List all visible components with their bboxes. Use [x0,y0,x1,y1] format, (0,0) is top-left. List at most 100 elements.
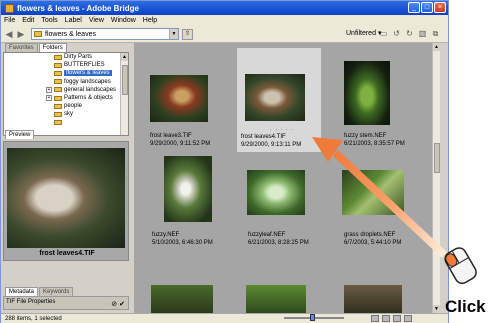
rotate-right-icon[interactable]: ↻ [405,29,414,39]
menu-label[interactable]: Label [65,17,82,24]
folder-icon [54,87,62,93]
scroll-thumb[interactable] [122,65,128,95]
versions-view-icon[interactable] [404,315,412,322]
tree-item[interactable]: BUTTERFLIES [4,61,128,69]
maximize-button[interactable]: □ [421,2,433,13]
trash-icon[interactable]: ▥ [418,29,427,39]
folder-path-text: flowers & leaves [45,30,96,38]
thumbnail-date: 6/21/2003, 8:28:25 PM [248,240,309,246]
tab-metadata[interactable]: Metadata [5,287,39,296]
click-label: Click [445,297,486,316]
no-edit-icon[interactable]: ⊘ [111,300,117,308]
rotate-left-icon[interactable]: ↺ [392,29,401,39]
content-scrollbar[interactable]: ▲ ▼ [432,43,440,313]
tree-item[interactable]: + general landscapes [4,86,128,94]
thumbnail-date: 9/29/2000, 9:13:11 PM [241,142,302,148]
preview-caption: frost leaves4.TIF [39,250,95,257]
rating-dots[interactable]: . . . . . [270,126,294,132]
folder-icon [54,62,62,68]
thumbnail-image[interactable] [151,285,213,313]
folder-tree: Dirty Parts BUTTERFLIES flowers & leaves… [3,52,129,136]
folder-icon [54,79,62,85]
thumbnail-image[interactable] [150,75,208,122]
expand-icon[interactable]: + [46,95,52,102]
metadata-section-title: TIF File Properties [6,299,56,305]
expand-icon[interactable]: + [46,86,52,93]
menu-edit[interactable]: Edit [22,17,34,24]
tree-item-selected[interactable]: flowers & leaves [4,69,128,77]
tree-item[interactable] [4,119,128,127]
thumbnail-cell[interactable]: frost leave3.TIF 9/29/2000, 9:11:52 PM [146,63,230,153]
tree-item[interactable]: Dirty Parts [4,53,128,61]
menu-view[interactable]: View [89,17,104,24]
scroll-down-icon[interactable]: ▼ [433,305,440,313]
thumbnail-cell[interactable]: fuzzy stem.NEF 6/21/2003, 8:35:57 PM [340,61,424,153]
close-button[interactable]: × [434,2,446,13]
slider-knob[interactable] [310,314,315,321]
thumbnail-image[interactable] [247,170,305,215]
thumbnail-image[interactable] [164,156,212,222]
scroll-up-icon[interactable]: ▲ [433,43,440,51]
tree-item[interactable]: + Patterns & objects [4,94,128,102]
folder-icon [34,31,42,37]
tree-item[interactable]: sky [4,110,128,118]
thumbnail-cell[interactable]: grass droplets.NEF 6/7/2003, 5:44:10 PM [340,167,424,257]
chevron-down-icon[interactable]: ▼ [169,29,178,39]
thumbnail-date: 6/21/2003, 8:35:57 PM [344,141,405,147]
window-controls: _ □ × [408,2,446,13]
tree-item[interactable]: people [4,102,128,110]
back-arrow-icon[interactable]: ◀ [4,29,14,39]
menu-help[interactable]: Help [143,17,157,24]
go-up-folder-icon[interactable]: ⇧ [182,28,193,40]
compact-mode-icon[interactable]: ⧉ [431,29,440,39]
thumbnail-image[interactable] [246,285,306,313]
filter-dropdown[interactable]: Unfiltered ▾ [346,29,381,38]
tab-preview[interactable]: Preview [5,130,35,139]
thumbnail-cell[interactable]: fuzzy.NEF 5/10/2003, 6:46:30 PM [148,153,232,246]
new-folder-icon[interactable]: ▭ [379,29,388,39]
thumbnail-image[interactable] [245,74,305,121]
window-title: flowers & leaves - Adobe Bridge [17,3,139,13]
checkmark-icon[interactable]: ✔ [119,300,125,308]
minimize-button[interactable]: _ [408,2,420,13]
thumbnail-image[interactable] [344,61,390,125]
forward-arrow-icon[interactable]: ▶ [16,29,26,39]
bridge-window: flowers & leaves - Adobe Bridge _ □ × Fi… [0,0,449,323]
thumbnail-name: frost leaves4.TIF [241,134,286,140]
thumbnail-view-icon[interactable] [371,315,379,322]
folder-icon [54,120,62,126]
menu-window[interactable]: Window [111,17,136,24]
preview-image [7,148,125,248]
preview-tab-row: Preview [3,130,129,139]
details-view-icon[interactable] [393,315,401,322]
folder-icon [54,111,62,117]
preview-pane: frost leaves4.TIF [3,141,129,261]
tree-scrollbar[interactable]: ▲ [120,53,128,135]
metadata-tabs: Metadata Keywords [3,287,74,296]
filter-label: Unfiltered [346,29,376,37]
scroll-thumb[interactable] [434,143,440,173]
toolbar: ◀ ▶ flowers & leaves ▼ ⇧ Unfiltered ▾ ▭ … [1,26,448,43]
filmstrip-view-icon[interactable] [382,315,390,322]
folder-icon [54,54,62,60]
thumbnail-size-slider[interactable] [284,314,344,321]
thumbnail-name: fuzzyleaf.NEF [248,232,286,238]
tree-item[interactable]: foggy landscapes [4,78,128,86]
menu-file[interactable]: File [4,17,15,24]
tab-favorites[interactable]: Favorites [5,43,38,52]
folder-icon [54,95,62,101]
content-area: frost leave3.TIF 9/29/2000, 9:11:52 PM .… [134,43,432,313]
thumbnail-name: fuzzy.NEF [152,232,180,238]
preview-tabs: Preview [3,130,129,140]
folder-path-select[interactable]: flowers & leaves ▼ [31,28,179,40]
scroll-up-icon[interactable]: ▲ [121,53,128,61]
thumbnail-image[interactable] [342,170,404,215]
thumbnail-image[interactable] [344,285,402,313]
thumbnail-cell[interactable]: fuzzyleaf.NEF 6/21/2003, 8:28:25 PM [244,167,328,257]
left-panel: Favorites Folders Dirty Parts BUTTERFLIE… [3,43,129,313]
menu-tools[interactable]: Tools [41,17,57,24]
tab-keywords[interactable]: Keywords [39,287,74,296]
thumbnail-cell-selected[interactable]: . . . . . frost leaves4.TIF 9/29/2000, 9… [237,48,321,152]
tab-folders[interactable]: Folders [38,43,67,52]
folder-icon [54,70,62,76]
